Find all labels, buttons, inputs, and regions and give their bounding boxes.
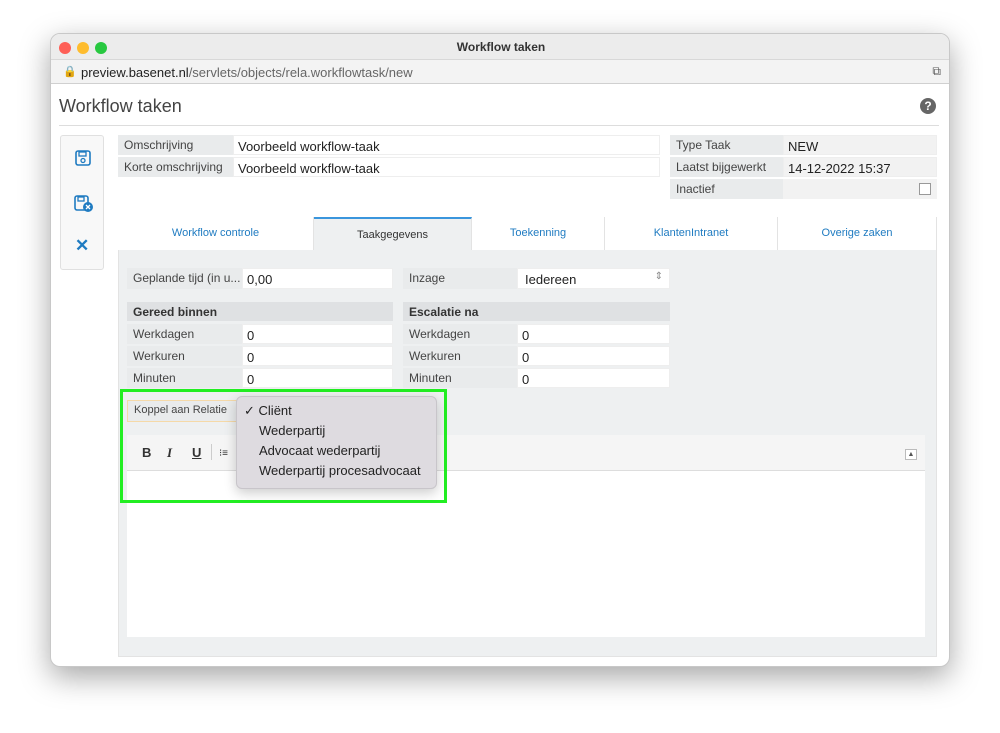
laatst-bijgewerkt-label: Laatst bijgewerkt — [670, 157, 783, 177]
korte-omschrijving-input[interactable]: Voorbeeld workflow-taak — [233, 157, 660, 177]
save-close-icon[interactable] — [74, 195, 94, 213]
dropdown-option-wederpartij-procesadvocaat[interactable]: Wederpartij procesadvocaat — [237, 463, 436, 483]
type-taak-value: NEW — [783, 135, 937, 155]
escalatie-werkdagen-label: Werkdagen — [403, 324, 517, 344]
save-icon[interactable] — [75, 150, 91, 166]
url-path: /servlets/objects/rela.workflowtask/new — [188, 65, 413, 80]
inactief-field — [783, 179, 937, 199]
lock-icon: 🔒 — [63, 66, 77, 78]
action-toolbar: ✕ — [60, 135, 104, 270]
tab-workflow-controle[interactable]: Workflow controle — [118, 217, 314, 250]
inzage-label: Inzage — [403, 268, 517, 289]
inzage-select[interactable]: Iedereen ⇕ — [517, 268, 670, 289]
gereed-werkdagen-label: Werkdagen — [127, 324, 242, 344]
window-title: Workflow taken — [456, 40, 546, 54]
geplande-tijd-label: Geplande tijd (in u... — [127, 268, 242, 289]
dropdown-option-wederpartij[interactable]: Wederpartij — [237, 423, 436, 443]
inzage-value: Iedereen — [525, 272, 577, 287]
escalatie-minuten-input[interactable]: 0 — [517, 368, 670, 388]
type-taak-label: Type Taak — [670, 135, 783, 155]
gereed-werkdagen-input[interactable]: 0 — [242, 324, 393, 344]
select-arrows-icon: ⇕ — [654, 271, 663, 282]
collapse-toolbar-icon[interactable]: ▲ — [905, 449, 917, 460]
title-bar: Workflow taken — [51, 34, 949, 60]
omschrijving-input[interactable]: Voorbeeld workflow-taak — [233, 135, 660, 155]
gereed-binnen-header: Gereed binnen — [127, 302, 393, 321]
help-icon[interactable]: ? — [920, 98, 936, 114]
page-title: Workflow taken — [59, 96, 182, 116]
tab-taakgegevens[interactable]: Taakgegevens — [314, 217, 472, 250]
gereed-minuten-input[interactable]: 0 — [242, 368, 393, 388]
inactief-label: Inactief — [670, 179, 783, 199]
gereed-werkuren-label: Werkuren — [127, 346, 242, 366]
address-bar[interactable]: 🔒 preview.basenet.nl/servlets/objects/re… — [51, 60, 949, 84]
escalatie-werkuren-label: Werkuren — [403, 346, 517, 366]
translate-icon[interactable]: ⧉ — [932, 64, 941, 79]
escalatie-werkuren-input[interactable]: 0 — [517, 346, 670, 366]
escalatie-na-header: Escalatie na — [403, 302, 670, 321]
omschrijving-label: Omschrijving — [118, 135, 233, 155]
close-icon[interactable]: ✕ — [75, 236, 89, 256]
escalatie-minuten-label: Minuten — [403, 368, 517, 388]
korte-omschrijving-label: Korte omschrijving — [118, 157, 233, 177]
tab-klantenintranet[interactable]: KlantenIntranet — [605, 217, 778, 250]
inactief-checkbox[interactable] — [919, 183, 931, 195]
tab-toekenning[interactable]: Toekenning — [472, 217, 605, 250]
option-label: Cliënt — [258, 403, 292, 418]
relatie-dropdown-menu: ✓ Cliënt Wederpartij Advocaat wederparti… — [236, 396, 437, 489]
escalatie-werkdagen-input[interactable]: 0 — [517, 324, 670, 344]
dropdown-option-client[interactable]: ✓ Cliënt — [237, 403, 436, 423]
laatst-bijgewerkt-value: 14-12-2022 15:37 — [783, 157, 937, 177]
dropdown-option-advocaat-wederpartij[interactable]: Advocaat wederpartij — [237, 443, 436, 463]
tab-overige-zaken[interactable]: Overige zaken — [778, 217, 937, 250]
gereed-werkuren-input[interactable]: 0 — [242, 346, 393, 366]
geplande-tijd-input[interactable]: 0,00 — [242, 268, 393, 289]
header-divider — [59, 125, 939, 126]
gereed-minuten-label: Minuten — [127, 368, 242, 388]
check-icon: ✓ — [244, 403, 255, 418]
url-host: preview.basenet.nl — [81, 65, 189, 80]
